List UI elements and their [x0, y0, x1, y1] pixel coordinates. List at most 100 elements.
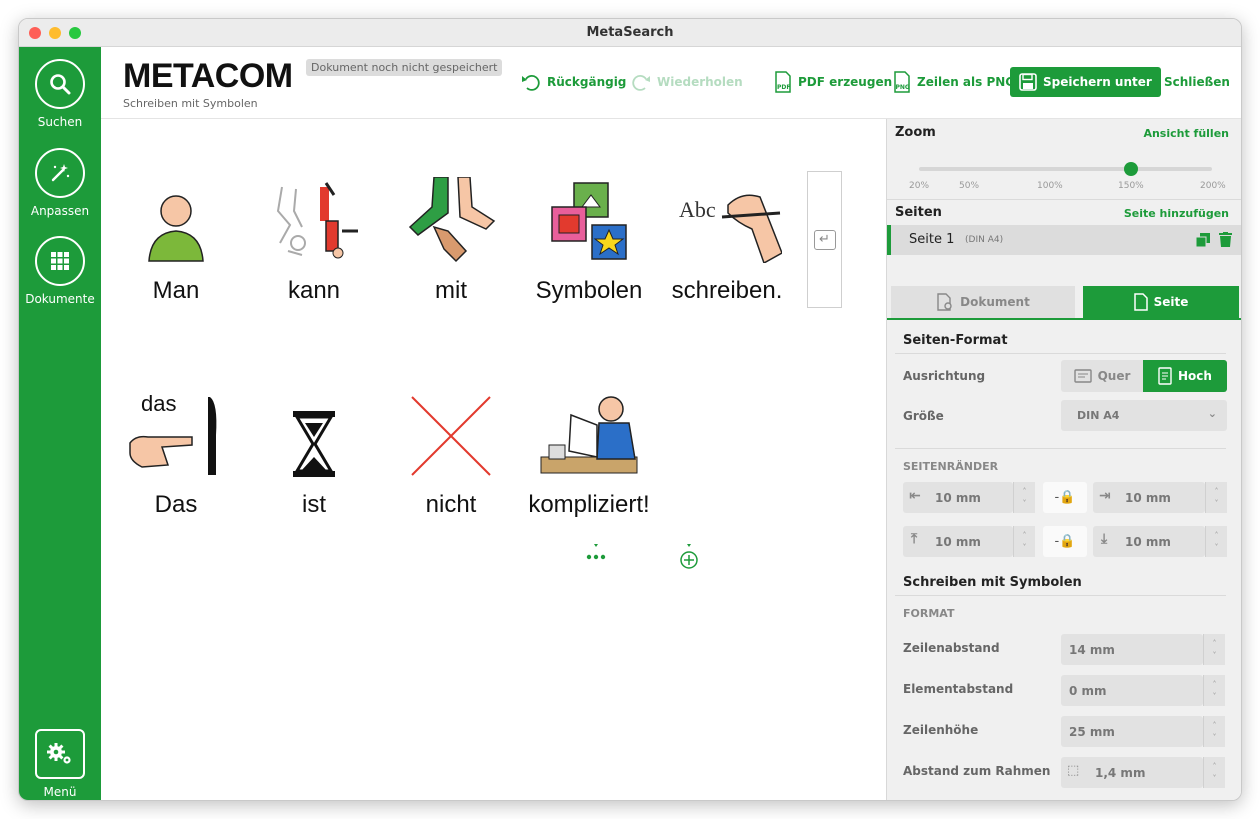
element-spacing-stepper[interactable]: ˄ ˅ [1203, 675, 1225, 706]
tab-document-label: Dokument [960, 295, 1030, 309]
person-icon [113, 177, 239, 263]
frame-distance-label: Abstand zum Rahmen [903, 764, 1051, 778]
symbol-word: nicht [425, 491, 477, 518]
margin-top-stepper[interactable]: ˄ ˅ [1013, 526, 1035, 557]
undo-button[interactable]: Rückgängig [521, 69, 626, 95]
save-as-button[interactable]: Speichern unter [1010, 67, 1161, 97]
symbol-tile-kompliziert[interactable]: kompliziert! [526, 391, 652, 519]
zoom-slider[interactable] [919, 167, 1212, 171]
symbol-tile-kann[interactable]: kann [251, 177, 377, 305]
add-symbol-icon[interactable] [679, 544, 699, 574]
orientation-portrait-button[interactable]: Hoch [1143, 360, 1227, 392]
export-png-button[interactable]: PNG Zeilen als PNG [893, 69, 1015, 95]
orientation-label: Ausrichtung [903, 369, 986, 383]
margin-bottom-value: 10 mm [1125, 534, 1171, 549]
margin-left-icon: ⇤ [909, 488, 921, 504]
app-subtitle: Schreiben mit Symbolen [123, 97, 258, 110]
export-png-label: Zeilen als PNG [917, 75, 1016, 89]
redo-button[interactable]: Wiederholen [631, 69, 743, 95]
magic-wand-icon [35, 148, 85, 198]
element-spacing-field[interactable]: 0 mm [1061, 675, 1203, 706]
symbol-tile-nicht[interactable]: nicht [388, 391, 514, 519]
symbol-tile-ist[interactable]: ist [251, 391, 377, 519]
cross-icon [388, 391, 514, 477]
line-spacing-stepper[interactable]: ˄ ˅ [1203, 634, 1225, 665]
margin-right-field[interactable]: ⇥ 10 mm [1093, 482, 1205, 513]
zoom-heading: Zoom [895, 125, 936, 140]
undo-label: Rückgängig [547, 75, 627, 89]
sidebar-item-search[interactable]: Suchen [19, 59, 101, 129]
sidebar: Suchen Anpassen Dokumente Menü [19, 47, 101, 800]
create-pdf-button[interactable]: PDF PDF erzeugen [774, 69, 892, 95]
thinking-man-icon [526, 391, 652, 477]
portrait-icon [1158, 367, 1172, 385]
tab-document[interactable]: Dokument [891, 286, 1075, 318]
minimize-window-button[interactable] [49, 27, 61, 39]
margin-left-field[interactable]: ⇤ 10 mm [903, 482, 1013, 513]
symbol-tile-schreiben[interactable]: Abc schreiben. [664, 177, 790, 305]
add-page-link[interactable]: Seite hinzufügen [1124, 207, 1229, 220]
document-canvas[interactable]: Man kann mit Symbolen Abc schreiben. ↵ d… [101, 119, 886, 800]
margin-left-stepper[interactable]: ˄ ˅ [1013, 482, 1035, 513]
element-spacing-value: 0 mm [1069, 683, 1107, 698]
page-format-label: (DIN A4) [965, 235, 1004, 245]
create-pdf-label: PDF erzeugen [798, 75, 893, 89]
settings-panel: Zoom Ansicht füllen 20% 50% 100% 150% 20… [886, 119, 1241, 800]
zoom-slider-knob[interactable] [1123, 162, 1138, 176]
page-size-select[interactable]: DIN A4 ⌄ [1061, 400, 1227, 431]
more-options-icon[interactable] [586, 544, 606, 568]
zoom-window-button[interactable] [69, 27, 81, 39]
sidebar-item-customize[interactable]: Anpassen [19, 148, 101, 218]
tab-underline [887, 318, 1241, 320]
margin-bottom-icon: ⤓ [1101, 531, 1108, 547]
document-status-badge: Dokument noch nicht gespeichert [306, 59, 503, 76]
hourglass-icon [251, 391, 377, 477]
document-settings-icon [937, 293, 952, 311]
symbol-word: Symbolen [535, 277, 643, 304]
margin-top-field[interactable]: ⤒ 10 mm [903, 526, 1013, 557]
page-name: Seite 1 [909, 232, 955, 247]
margin-bottom-stepper[interactable]: ˄ ˅ [1205, 526, 1227, 557]
line-break-marker[interactable]: ↵ [807, 171, 842, 308]
pointing-knife-icon: das [113, 391, 239, 477]
window-title: MetaSearch [586, 25, 674, 40]
delete-page-icon[interactable] [1219, 232, 1232, 247]
symbol-tile-mit[interactable]: mit [388, 177, 514, 305]
orientation-landscape-button[interactable]: Quer [1061, 360, 1143, 392]
line-height-stepper[interactable]: ˄ ˅ [1203, 716, 1225, 747]
sidebar-item-menu[interactable]: Menü [19, 729, 101, 799]
close-document-button[interactable]: Schließen [1164, 69, 1230, 95]
symbol-word: mit [435, 277, 467, 304]
symbol-tile-das[interactable]: das Das [113, 391, 239, 519]
line-height-field[interactable]: 25 mm [1061, 716, 1203, 747]
svg-text:PDF: PDF [777, 84, 790, 91]
frame-distance-value: 1,4 mm [1095, 765, 1146, 780]
margin-right-icon: ⇥ [1099, 488, 1111, 504]
frame-distance-field[interactable]: ⬚ 1,4 mm [1061, 757, 1203, 788]
margin-lock-icon[interactable]: -🔒 [1043, 482, 1087, 513]
tab-page[interactable]: Seite [1083, 286, 1239, 318]
sidebar-item-documents[interactable]: Dokumente [19, 236, 101, 306]
symbol-tile-symbolen[interactable]: Symbolen [526, 177, 652, 305]
pdf-file-icon: PDF [775, 71, 791, 93]
margin-lock-icon[interactable]: -🔒 [1043, 526, 1087, 557]
duplicate-page-icon[interactable] [1196, 233, 1210, 247]
fill-view-link[interactable]: Ansicht füllen [1143, 127, 1229, 140]
line-spacing-field[interactable]: 14 mm [1061, 634, 1203, 665]
margin-right-stepper[interactable]: ˄ ˅ [1205, 482, 1227, 513]
close-window-button[interactable] [29, 27, 41, 39]
chevron-down-icon: ⌄ [1207, 407, 1217, 420]
divider [895, 448, 1226, 449]
zoom-tick: 20% [909, 181, 930, 191]
sidebar-item-label: Suchen [37, 115, 83, 129]
divider [895, 353, 1226, 354]
line-height-label: Zeilenhöhe [903, 723, 979, 737]
feet-icon [388, 177, 514, 263]
frame-distance-stepper[interactable]: ˄ ˅ [1203, 757, 1225, 788]
page-list-item[interactable]: Seite 1 (DIN A4) [887, 225, 1241, 255]
page-icon [1133, 293, 1148, 311]
svg-text:PNG: PNG [896, 84, 910, 91]
page-size-value: DIN A4 [1077, 409, 1120, 422]
margin-bottom-field[interactable]: ⤓ 10 mm [1093, 526, 1205, 557]
symbol-tile-man[interactable]: Man [113, 177, 239, 305]
